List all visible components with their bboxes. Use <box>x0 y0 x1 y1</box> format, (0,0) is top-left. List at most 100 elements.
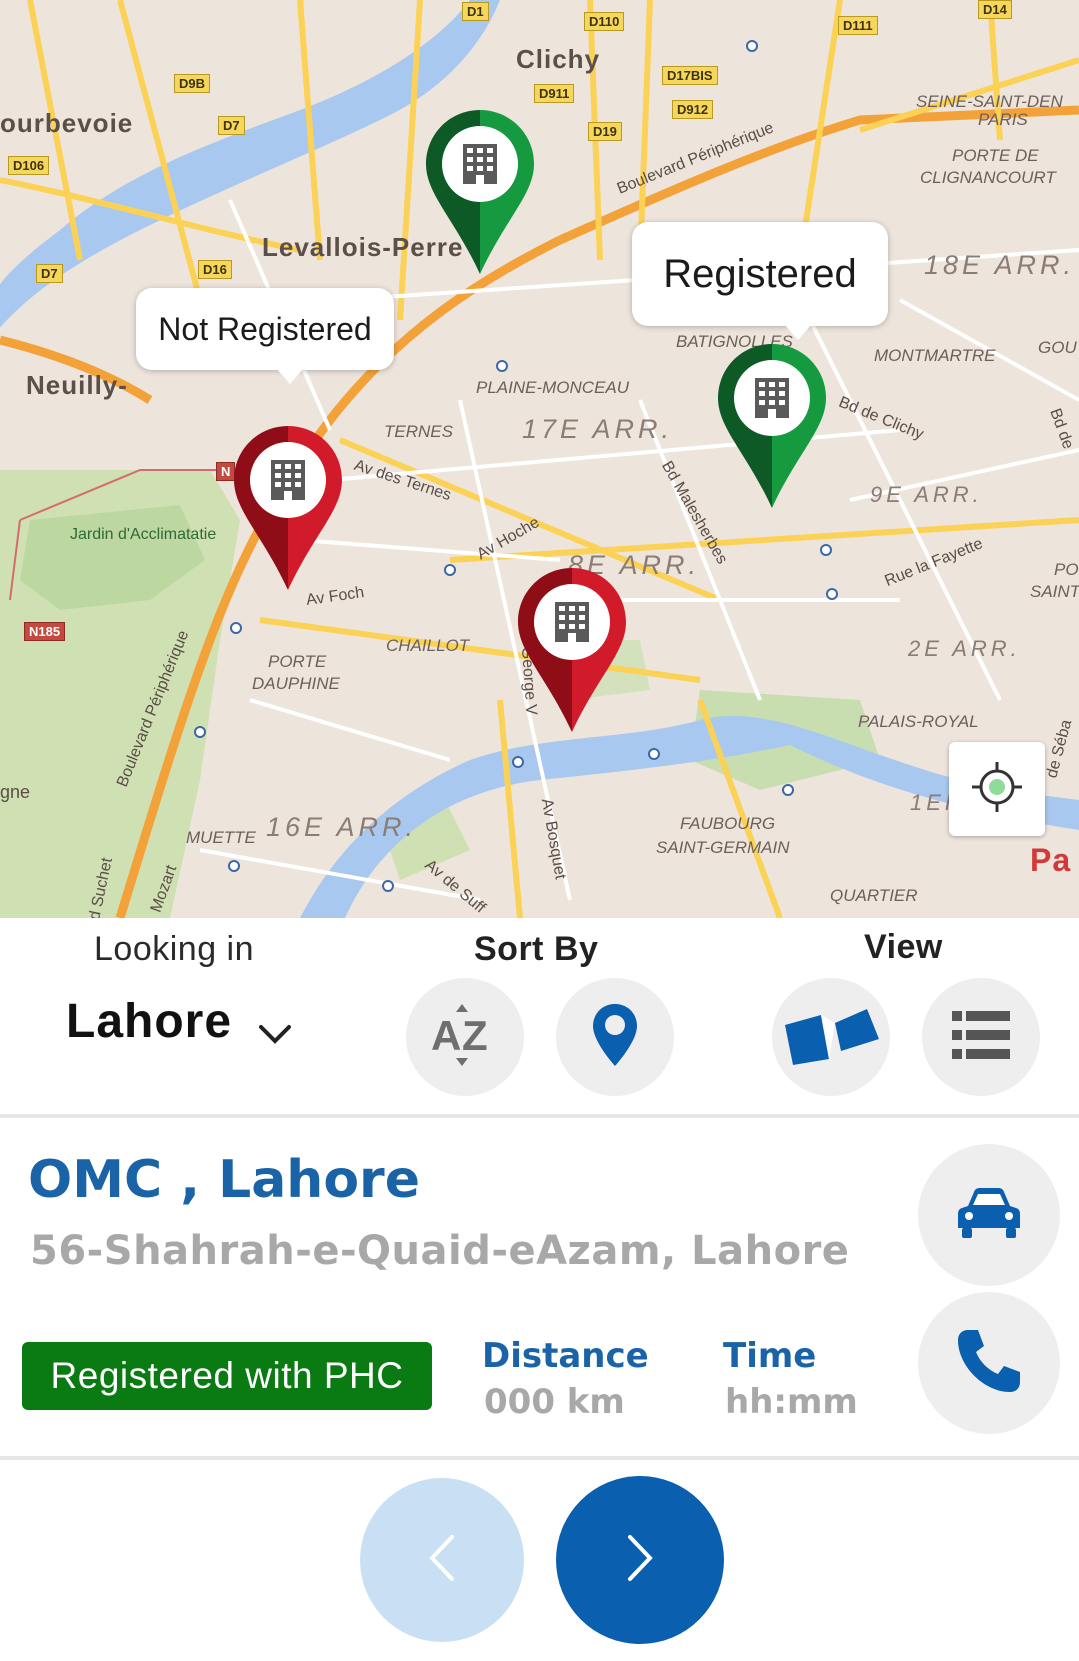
metro-marker <box>782 784 794 796</box>
metro-marker <box>496 360 508 372</box>
divider <box>0 1114 1079 1118</box>
map-label-16e-arr: 16E ARR. <box>266 812 418 842</box>
road-shield: D912 <box>672 100 714 119</box>
map-label-9e-arr: 9E ARR. <box>870 482 983 507</box>
my-location-button[interactable] <box>949 742 1045 836</box>
map-label-faubourg: FAUBOURG <box>680 814 776 833</box>
crosshair-icon <box>970 760 1024 818</box>
metro-marker <box>382 880 394 892</box>
divider <box>0 1456 1079 1460</box>
map-pin-not-registered[interactable] <box>516 566 628 732</box>
road-shield: D106 <box>8 156 50 175</box>
map-label-porte-de: PORTE DE <box>952 146 1039 165</box>
building-icon <box>463 144 497 184</box>
map-label-seine-saint-denis: SEINE-SAINT-DEN <box>916 92 1063 111</box>
road-shield: D110 <box>584 12 625 31</box>
map-label-saint: SAINT <box>1030 582 1079 601</box>
metro-marker <box>820 544 832 556</box>
looking-in-label: Looking in <box>94 930 255 968</box>
road-shield: N185 <box>24 622 66 641</box>
pin-badge <box>734 360 810 436</box>
map-view[interactable]: Clichy ourbevoie Levallois-Perre Neuilly… <box>0 0 1079 918</box>
map-label-paris-small: PARIS <box>978 110 1028 129</box>
car-icon <box>956 1186 1022 1244</box>
registration-status-badge: Registered with PHC <box>22 1342 432 1410</box>
place-name[interactable]: OMC , Lahore <box>28 1150 420 1210</box>
map-label-17e-arr: 17E ARR. <box>522 414 674 444</box>
road-shield: D1 <box>462 2 489 21</box>
next-button[interactable] <box>556 1476 724 1644</box>
map-label-palais-royal: PALAIS-ROYAL <box>858 712 979 731</box>
road-shield: D19 <box>588 122 622 141</box>
city-dropdown[interactable]: Lahore <box>66 994 232 1049</box>
metro-marker <box>648 748 660 760</box>
map-label-quartier: QUARTIER <box>830 886 918 905</box>
map-pin-not-registered[interactable] <box>232 424 344 590</box>
sort-az-icon: A Z <box>430 1000 500 1074</box>
map-label-gou: GOU <box>1038 338 1077 357</box>
pin-badge <box>442 126 518 202</box>
metro-marker <box>512 756 524 768</box>
map-label-2e-arr: 2E ARR. <box>908 636 1021 661</box>
place-address: 56-Shahrah-e-Quaid-eAzam, Lahore <box>30 1228 850 1274</box>
map-label-po: PO <box>1054 560 1079 579</box>
list-view-button[interactable] <box>922 978 1040 1096</box>
road-shield: D7 <box>36 264 63 283</box>
map-label-paris: Pa <box>1030 842 1072 878</box>
previous-button[interactable] <box>360 1478 524 1642</box>
building-icon <box>271 460 305 500</box>
distance-value: 000 km <box>484 1382 625 1422</box>
map-icon <box>781 1005 881 1069</box>
road-shield: D14 <box>978 0 1012 19</box>
chevron-left-icon <box>427 1533 457 1587</box>
building-icon <box>555 602 589 642</box>
registered-callout: Registered <box>632 222 888 340</box>
svg-text:Z: Z <box>462 1012 488 1059</box>
sort-by-label: Sort By <box>474 930 599 968</box>
map-label-gne: gne <box>0 782 31 802</box>
map-label-courbevoie: ourbevoie <box>0 108 134 138</box>
map-label-clichy: Clichy <box>516 44 601 74</box>
map-view-button[interactable] <box>772 978 890 1096</box>
phone-icon <box>954 1326 1024 1400</box>
call-button[interactable] <box>918 1292 1060 1434</box>
time-label: Time <box>723 1336 817 1376</box>
metro-marker <box>230 622 242 634</box>
map-label-porte: PORTE <box>268 652 327 671</box>
pin-badge <box>250 442 326 518</box>
map-pin-registered[interactable] <box>716 342 828 508</box>
map-label-clignancourt: CLIGNANCOURT <box>920 168 1056 187</box>
view-label: View <box>864 928 943 966</box>
metro-marker <box>746 40 758 52</box>
map-label-neuilly: Neuilly- <box>26 370 128 400</box>
road-shield: D7 <box>218 116 245 135</box>
map-label-chaillot: CHAILLOT <box>386 636 470 655</box>
metro-marker <box>826 588 838 600</box>
chevron-down-icon[interactable] <box>258 1024 292 1044</box>
directions-button[interactable] <box>918 1144 1060 1286</box>
time-value: hh:mm <box>725 1382 858 1422</box>
map-label-muette: MUETTE <box>186 828 256 847</box>
svg-text:A: A <box>431 1012 461 1059</box>
map-label-ternes: TERNES <box>384 422 453 441</box>
road-shield: D111 <box>838 16 878 35</box>
map-label-18e-arr: 18E ARR. <box>924 250 1076 280</box>
road-shield: D17BIS <box>662 66 718 85</box>
filter-bar: Looking in Lahore Sort By A Z View <box>0 918 1079 1114</box>
map-label-plaine-monceau: PLAINE-MONCEAU <box>476 378 630 397</box>
distance-label: Distance <box>482 1336 649 1376</box>
map-label-saint-germain: SAINT-GERMAIN <box>656 838 790 857</box>
road-shield: D911 <box>534 84 575 103</box>
road-shield: D9B <box>174 74 211 93</box>
map-background <box>0 0 1079 918</box>
metro-marker <box>228 860 240 872</box>
map-pin-registered[interactable] <box>424 108 536 274</box>
metro-marker <box>444 564 456 576</box>
map-label-montmartre: MONTMARTRE <box>874 346 996 365</box>
map-label-dauphine: DAUPHINE <box>252 674 340 693</box>
not-registered-callout: Not Registered <box>136 288 394 384</box>
list-icon <box>952 1011 1010 1063</box>
sort-by-distance-button[interactable] <box>556 978 674 1096</box>
chevron-right-icon <box>625 1533 655 1587</box>
sort-alphabetical-button[interactable]: A Z <box>406 978 524 1096</box>
